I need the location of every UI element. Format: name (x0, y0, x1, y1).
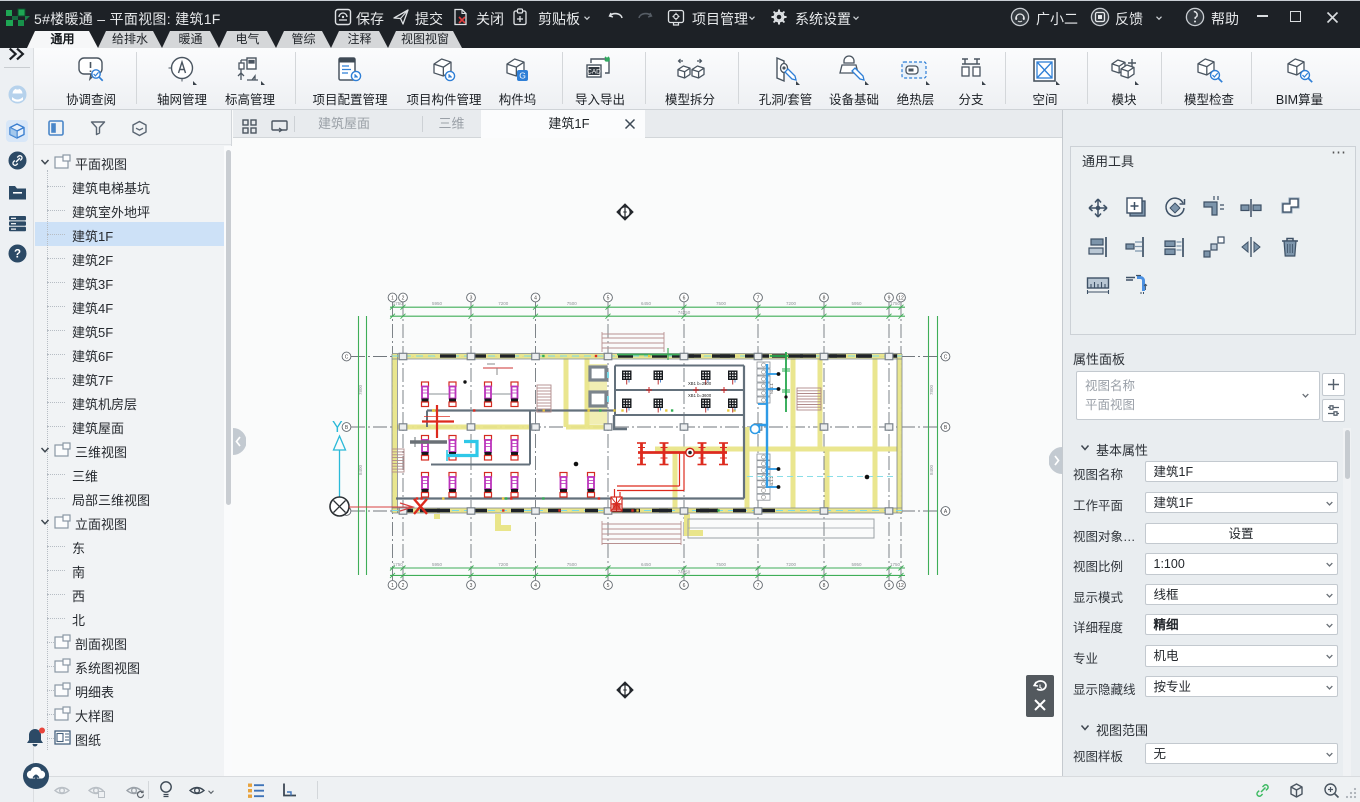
svg-text:74250: 74250 (678, 310, 691, 315)
svg-text:7500: 7500 (716, 301, 727, 306)
svg-text:6: 6 (683, 295, 686, 301)
svg-text:7500: 7500 (567, 562, 578, 567)
svg-text:6: 6 (683, 583, 686, 589)
svg-text:5950: 5950 (432, 562, 443, 567)
svg-text:74250: 74250 (678, 570, 691, 575)
svg-text:Y: Y (332, 419, 343, 436)
svg-text:7: 7 (757, 583, 760, 589)
svg-text:G: G (519, 71, 526, 81)
svg-text:7500: 7500 (716, 562, 727, 567)
svg-text:4: 4 (534, 295, 537, 301)
svg-text:7200: 7200 (498, 301, 509, 306)
svg-text:5950: 5950 (432, 301, 443, 306)
svg-text:7200: 7200 (498, 562, 509, 567)
svg-text:1750: 1750 (393, 562, 404, 567)
svg-text:8400: 8400 (358, 464, 363, 475)
svg-text:1750: 1750 (393, 301, 404, 306)
svg-text:3: 3 (470, 295, 473, 301)
svg-text:7: 7 (757, 295, 760, 301)
svg-text:2: 2 (402, 583, 405, 589)
svg-text:8: 8 (823, 583, 826, 589)
svg-text:1: 1 (391, 583, 394, 589)
svg-text:7200: 7200 (786, 562, 797, 567)
svg-text:3: 3 (470, 583, 473, 589)
svg-text:5: 5 (607, 295, 610, 301)
svg-text:?: ? (14, 249, 21, 261)
svg-text:1750: 1750 (890, 301, 901, 306)
svg-text:6450: 6450 (641, 562, 652, 567)
svg-text:XB1 b=3600: XB1 b=3600 (688, 393, 712, 398)
svg-text:XB1 b=2500: XB1 b=2500 (688, 381, 712, 386)
svg-text:NL1-2: NL1-2 (769, 475, 774, 487)
svg-text:1750: 1750 (890, 562, 901, 567)
svg-text:5950: 5950 (851, 301, 862, 306)
svg-text:7200: 7200 (786, 301, 797, 306)
svg-text:C: C (944, 354, 948, 360)
svg-text:9: 9 (888, 583, 891, 589)
svg-text:7500: 7500 (567, 301, 578, 306)
svg-text:8400: 8400 (929, 464, 934, 475)
svg-text:4: 4 (534, 583, 537, 589)
svg-text:5950: 5950 (851, 562, 862, 567)
svg-text:5: 5 (607, 583, 610, 589)
svg-text:CAD: CAD (587, 69, 601, 76)
svg-text:C: C (345, 354, 349, 360)
svg-text:7800: 7800 (929, 384, 934, 395)
svg-text:12: 12 (898, 583, 904, 589)
svg-text:7800: 7800 (358, 384, 363, 395)
svg-text:8: 8 (823, 295, 826, 301)
svg-text:6450: 6450 (641, 301, 652, 306)
